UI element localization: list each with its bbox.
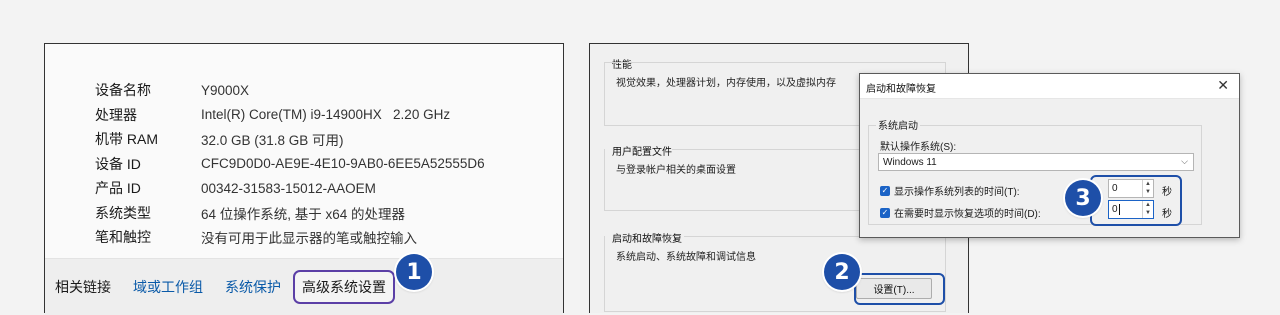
spec-key: 系统类型 xyxy=(95,204,151,221)
spec-value: 没有可用于此显示器的笔或触控输入 xyxy=(201,231,417,247)
startup-recovery-dialog: 启动和故障恢复 ✕ 系统启动 默认操作系统(S): Windows 11 ⌵ ✓… xyxy=(859,73,1240,238)
performance-desc: 视觉效果，处理器计划，内存使用，以及虚拟内存 xyxy=(616,78,836,89)
show-os-list-row: ✓ 显示操作系统列表的时间(T): xyxy=(880,183,1020,198)
step-badge-2: 2 xyxy=(824,254,860,290)
related-links-bar: 相关链接 域或工作组 系统保护 高级系统设置 xyxy=(45,258,563,315)
default-os-select[interactable]: Windows 11 ⌵ xyxy=(878,153,1194,171)
spec-row: 产品 ID 00342-31583-15012-AAOEM xyxy=(95,176,485,201)
user-profiles-desc: 与登录帐户相关的桌面设置 xyxy=(616,165,736,176)
close-icon[interactable]: ✕ xyxy=(1217,77,1229,94)
advanced-system-settings-link[interactable]: 高级系统设置 xyxy=(293,270,395,304)
about-panel: 设备名称 Y9000X 处理器 Intel(R) Core(TM) i9-149… xyxy=(44,43,564,315)
show-recovery-row: ✓ 在需要时显示恢复选项的时间(D): xyxy=(880,205,1041,220)
spec-key: 机带 RAM xyxy=(95,131,158,148)
group-divider xyxy=(604,62,946,63)
spec-value: CFC9D0D0-AE9E-4E10-9AB0-6EE5A52555D6 xyxy=(201,156,485,172)
spec-key: 产品 ID xyxy=(95,180,141,197)
spec-row: 处理器 Intel(R) Core(TM) i9-14900HX 2.20 GH… xyxy=(95,103,485,128)
default-os-value: Windows 11 xyxy=(883,156,937,168)
show-os-list-checkbox[interactable]: ✓ xyxy=(880,185,890,196)
spec-value: 32.0 GB (31.8 GB 可用) xyxy=(201,133,344,149)
default-os-label: 默认操作系统(S): xyxy=(880,142,957,153)
spec-value: Y9000X xyxy=(201,82,250,98)
show-recovery-checkbox[interactable]: ✓ xyxy=(880,207,890,218)
chevron-down-icon: ⌵ xyxy=(1181,156,1188,166)
spec-row: 设备名称 Y9000X xyxy=(95,78,485,103)
device-specs: 设备名称 Y9000X 处理器 Intel(R) Core(TM) i9-149… xyxy=(95,78,485,250)
spec-value: Intel(R) Core(TM) i9-14900HX 2.20 GHz xyxy=(201,107,451,123)
system-startup-title: 系统启动 xyxy=(876,117,920,132)
domain-workgroup-link[interactable]: 域或工作组 xyxy=(133,277,203,297)
settings-button-highlight xyxy=(854,273,945,305)
spec-key: 笔和触控 xyxy=(95,229,151,246)
spec-row: 设备 ID CFC9D0D0-AE9E-4E10-9AB0-6EE5A52555… xyxy=(95,152,485,177)
spec-row: 机带 RAM 32.0 GB (31.8 GB 可用) xyxy=(95,127,485,152)
spec-value: 64 位操作系统, 基于 x64 的处理器 xyxy=(201,206,406,222)
show-recovery-label: 在需要时显示恢复选项的时间(D): xyxy=(894,209,1041,220)
dialog-titlebar: 启动和故障恢复 ✕ xyxy=(860,74,1239,99)
spec-row: 笔和触控 没有可用于此显示器的笔或触控输入 xyxy=(95,225,485,250)
spec-row: 系统类型 64 位操作系统, 基于 x64 的处理器 xyxy=(95,201,485,226)
step-badge-3: 3 xyxy=(1065,180,1101,216)
spec-key: 设备名称 xyxy=(95,82,151,99)
dialog-title: 启动和故障恢复 xyxy=(866,84,936,95)
show-os-list-label: 显示操作系统列表的时间(T): xyxy=(894,187,1020,198)
spec-key: 处理器 xyxy=(95,106,137,123)
step-badge-1: 1 xyxy=(396,254,432,290)
related-links-label: 相关链接 xyxy=(55,279,111,295)
startup-recovery-desc: 系统启动、系统故障和调试信息 xyxy=(616,252,756,263)
spec-value: 00342-31583-15012-AAOEM xyxy=(201,180,376,196)
system-protection-link[interactable]: 系统保护 xyxy=(225,277,281,297)
spec-key: 设备 ID xyxy=(95,155,141,172)
timeout-inputs-highlight xyxy=(1090,175,1182,226)
